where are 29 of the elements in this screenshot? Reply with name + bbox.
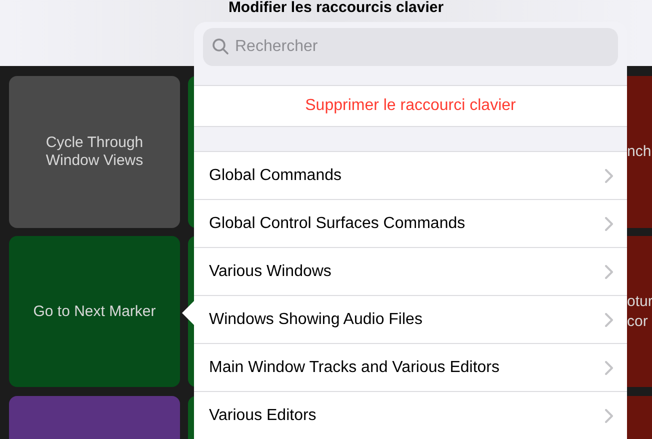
shortcut-tile[interactable]: nch xyxy=(626,76,652,228)
tile-label: Cycle Through Window Views xyxy=(44,134,144,170)
window-title: Modifier les raccourcis clavier xyxy=(227,0,444,16)
shortcut-tile[interactable]: Cycle Through Window Views xyxy=(9,76,180,228)
search-icon xyxy=(212,38,229,55)
category-row[interactable]: Various Editors xyxy=(194,392,627,439)
tile-label: Go to Next Marker xyxy=(33,302,156,320)
chevron-icon xyxy=(605,360,613,374)
category-label: Windows Showing Audio Files xyxy=(209,310,422,330)
chevron-icon xyxy=(605,408,613,422)
category-row[interactable]: Global Commands xyxy=(194,152,627,200)
chevron-icon xyxy=(605,168,613,182)
category-label: Various Editors xyxy=(209,406,316,426)
category-row[interactable]: Global Control Surfaces Commands xyxy=(194,200,627,248)
shortcut-tile[interactable]: Go to Next Marker xyxy=(9,236,180,387)
category-label: Various Windows xyxy=(209,262,332,282)
category-row[interactable]: Various Windows xyxy=(194,248,627,296)
shortcut-tile[interactable] xyxy=(9,396,180,439)
category-row[interactable]: Windows Showing Audio Files xyxy=(194,296,627,344)
category-label: Global Control Surfaces Commands xyxy=(209,214,466,234)
tile-label: cor xyxy=(626,312,649,332)
category-label: Main Window Tracks and Various Editors xyxy=(209,358,500,378)
category-row[interactable]: Main Window Tracks and Various Editors xyxy=(194,344,627,392)
chevron-icon xyxy=(605,216,613,230)
chevron-icon xyxy=(605,264,613,278)
search-field[interactable]: Rechercher xyxy=(203,28,618,66)
tile-label: nch xyxy=(626,142,652,162)
category-label: Global Commands xyxy=(209,166,342,186)
chevron-icon xyxy=(605,312,613,326)
